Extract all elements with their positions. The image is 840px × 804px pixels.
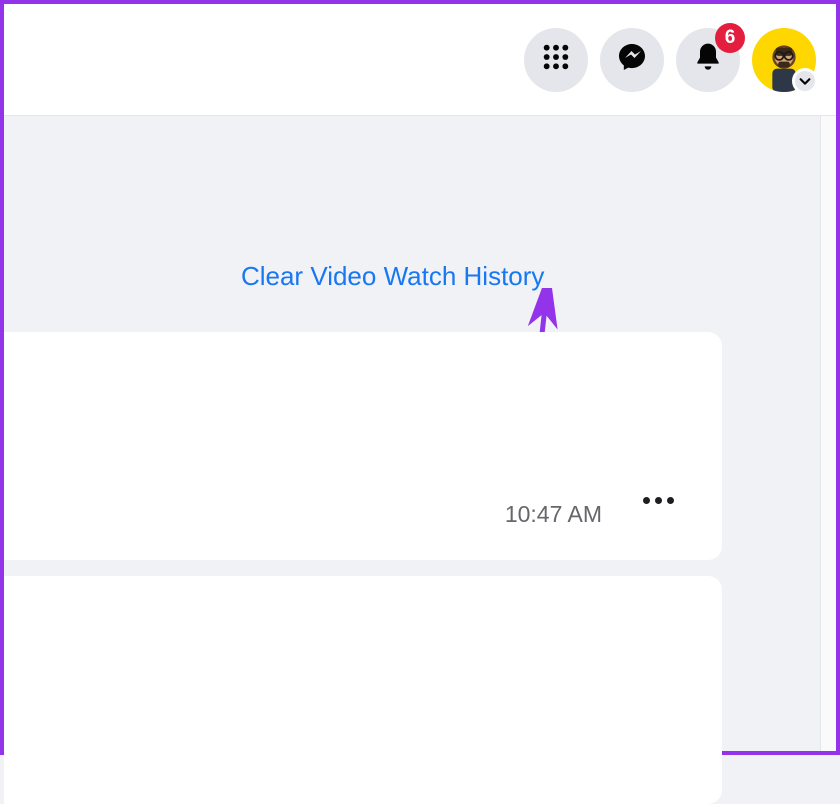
account-menu-button[interactable] (752, 28, 816, 92)
dot-icon (643, 497, 650, 504)
activity-card: 10:47 AM (4, 332, 722, 560)
activity-card (4, 576, 722, 804)
top-header: 6 (4, 4, 836, 116)
dot-icon (667, 497, 674, 504)
timestamp: 10:47 AM (505, 501, 602, 528)
main-content: Clear Video Watch History 10:47 AM (4, 116, 836, 751)
clear-video-watch-history-link[interactable]: Clear Video Watch History (241, 261, 544, 292)
messenger-button[interactable] (600, 28, 664, 92)
chevron-down-icon (792, 68, 818, 94)
dot-icon (655, 497, 662, 504)
notification-badge: 6 (715, 23, 745, 53)
grid-icon (540, 41, 572, 78)
notifications-button[interactable]: 6 (676, 28, 740, 92)
scrollbar-track[interactable] (820, 116, 836, 751)
messenger-icon (616, 41, 648, 78)
menu-apps-button[interactable] (524, 28, 588, 92)
more-options-button[interactable] (643, 497, 674, 504)
